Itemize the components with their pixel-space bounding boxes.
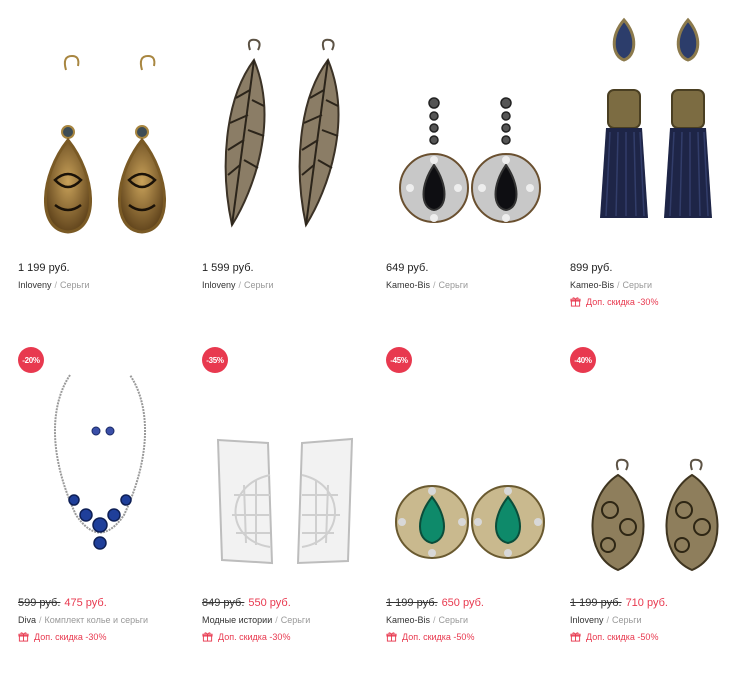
brand-link[interactable]: Kameo-Bis bbox=[386, 280, 430, 290]
category-link[interactable]: Комплект колье и серьги bbox=[45, 615, 149, 625]
price: 899 руб. bbox=[570, 262, 613, 274]
promo-label: Доп. скидка -50% bbox=[402, 631, 475, 642]
category-link[interactable]: Серьги bbox=[281, 615, 311, 625]
product-card[interactable]: 1 599 руб. Inloveny / Серьги bbox=[184, 0, 368, 330]
separator: / bbox=[275, 615, 278, 625]
product-image[interactable]: -35% bbox=[184, 335, 368, 590]
discount-badge: -35% bbox=[202, 347, 228, 373]
promo-row: Доп. скидка -50% bbox=[386, 631, 474, 642]
brand-link[interactable]: Kameo-Bis bbox=[386, 615, 430, 625]
old-price: 1 199 руб. bbox=[570, 597, 622, 609]
new-price: 550 руб. bbox=[248, 597, 291, 609]
price-row: 1 199 руб. bbox=[18, 262, 70, 274]
promo-row: Доп. скидка -30% bbox=[570, 296, 658, 307]
product-image[interactable] bbox=[184, 0, 368, 255]
product-meta: Inloveny / Серьги bbox=[570, 615, 642, 625]
gift-icon bbox=[570, 297, 581, 307]
gift-icon bbox=[202, 632, 213, 642]
separator: / bbox=[238, 280, 242, 290]
discount-badge: -40% bbox=[570, 347, 596, 373]
price-row: 1 599 руб. bbox=[202, 262, 254, 274]
price: 1 199 руб. bbox=[18, 262, 70, 274]
separator: / bbox=[39, 615, 42, 625]
category-link[interactable]: Серьги bbox=[244, 280, 274, 290]
category-link[interactable]: Серьги bbox=[623, 280, 653, 290]
product-meta: Kameo-Bis / Серьги bbox=[386, 615, 468, 625]
category-link[interactable]: Серьги bbox=[612, 615, 642, 625]
product-card[interactable]: -40% 1 199 руб. 710 руб. Inloveny / Серьги … bbox=[552, 335, 736, 665]
price-row: 1 199 руб. 710 руб. bbox=[570, 597, 668, 609]
product-image[interactable]: -40% bbox=[552, 335, 736, 590]
category-link[interactable]: Серьги bbox=[60, 280, 90, 290]
brand-link[interactable]: Inloveny bbox=[202, 280, 236, 290]
price-row: 899 руб. bbox=[570, 262, 612, 274]
product-card[interactable]: 1 199 руб. Inloveny / Серьги bbox=[0, 0, 184, 330]
product-card[interactable]: 899 руб. Kameo-Bis / Серьги Доп. скидка -3… bbox=[552, 0, 736, 330]
price: 1 599 руб. bbox=[202, 262, 254, 274]
product-image[interactable]: -20% bbox=[0, 335, 184, 590]
separator: / bbox=[433, 615, 436, 625]
new-price: 650 руб. bbox=[441, 597, 484, 609]
product-meta: Модные истории / Серьги bbox=[202, 615, 310, 625]
product-card[interactable]: -35% 849 руб. 550 руб. Модные истории / Сер… bbox=[184, 335, 368, 665]
promo-label: Доп. скидка -30% bbox=[586, 296, 659, 307]
product-image[interactable] bbox=[0, 0, 184, 255]
brand-link[interactable]: Kameo-Bis bbox=[570, 280, 614, 290]
brand-link[interactable]: Inloveny bbox=[570, 615, 604, 625]
product-card[interactable]: 649 руб. Kameo-Bis / Серьги bbox=[368, 0, 552, 330]
promo-label: Доп. скидка -50% bbox=[586, 631, 659, 642]
product-image[interactable] bbox=[552, 0, 736, 255]
separator: / bbox=[606, 615, 610, 625]
promo-row: Доп. скидка -50% bbox=[570, 631, 658, 642]
brand-link[interactable]: Модные истории bbox=[202, 615, 272, 625]
discount-badge: -45% bbox=[386, 347, 412, 373]
product-meta: Diva / Комплект колье и серьги bbox=[18, 615, 148, 625]
product-image[interactable]: -45% bbox=[368, 335, 552, 590]
promo-label: Доп. скидка -30% bbox=[34, 631, 107, 642]
old-price: 1 199 руб. bbox=[386, 597, 438, 609]
separator: / bbox=[617, 280, 620, 290]
category-link[interactable]: Серьги bbox=[439, 280, 469, 290]
product-image[interactable] bbox=[368, 0, 552, 255]
price-row: 1 199 руб. 650 руб. bbox=[386, 597, 484, 609]
product-card[interactable]: -45% 1 199 руб. 650 руб. Kameo-Bis / Серьги… bbox=[368, 335, 552, 665]
promo-label: Доп. скидка -30% bbox=[218, 631, 291, 642]
category-link[interactable]: Серьги bbox=[439, 615, 469, 625]
new-price: 475 руб. bbox=[64, 597, 107, 609]
old-price: 849 руб. bbox=[202, 597, 245, 609]
product-meta: Kameo-Bis / Серьги bbox=[570, 280, 652, 290]
new-price: 710 руб. bbox=[625, 597, 668, 609]
price-row: 849 руб. 550 руб. bbox=[202, 597, 291, 609]
promo-row: Доп. скидка -30% bbox=[202, 631, 290, 642]
old-price: 599 руб. bbox=[18, 597, 61, 609]
product-grid: 1 199 руб. Inloveny / Серьги 1 599 руб. … bbox=[0, 0, 739, 677]
product-meta: Inloveny / Серьги bbox=[18, 280, 90, 290]
price-row: 649 руб. bbox=[386, 262, 428, 274]
product-meta: Inloveny / Серьги bbox=[202, 280, 274, 290]
price-row: 599 руб. 475 руб. bbox=[18, 597, 107, 609]
price: 649 руб. bbox=[386, 262, 429, 274]
promo-row: Доп. скидка -30% bbox=[18, 631, 106, 642]
brand-link[interactable]: Diva bbox=[18, 615, 36, 625]
gift-icon bbox=[18, 632, 29, 642]
brand-link[interactable]: Inloveny bbox=[18, 280, 52, 290]
product-meta: Kameo-Bis / Серьги bbox=[386, 280, 468, 290]
discount-badge: -20% bbox=[18, 347, 44, 373]
separator: / bbox=[54, 280, 58, 290]
gift-icon bbox=[386, 632, 397, 642]
separator: / bbox=[433, 280, 436, 290]
gift-icon bbox=[570, 632, 581, 642]
product-card[interactable]: -20% 599 руб. 475 руб. Diva / Комплект коль… bbox=[0, 335, 184, 665]
